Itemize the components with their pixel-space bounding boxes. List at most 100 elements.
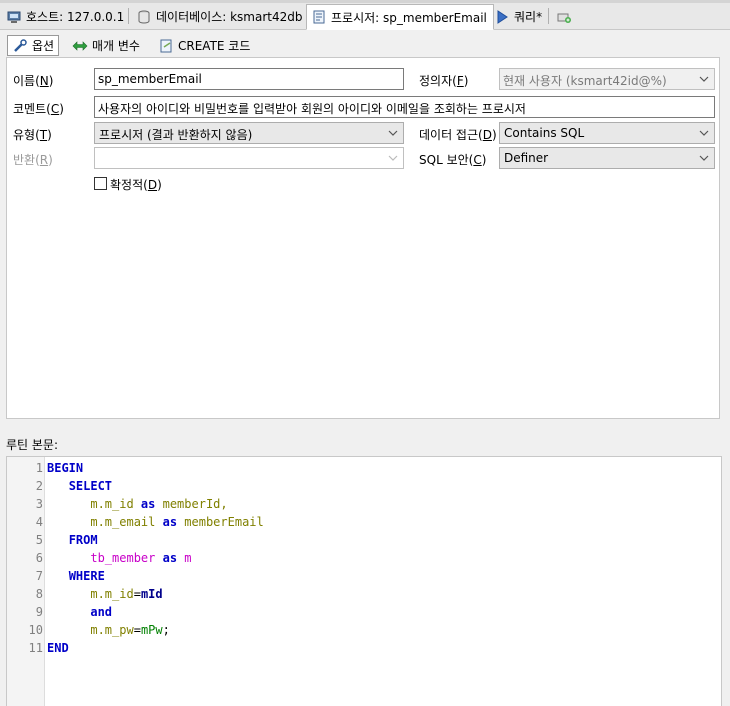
tab-parameters-label: 매개 변수	[92, 39, 140, 53]
code-token: m	[177, 551, 192, 565]
chevron-down-icon	[699, 155, 709, 161]
code-line: m.m_pw=mPw;	[47, 621, 170, 639]
new-tab-icon	[556, 9, 572, 25]
code-token: m.m_email	[47, 515, 163, 529]
definer-select[interactable]: 현재 사용자 (ksmart42id@%)	[499, 68, 715, 90]
tab-separator	[548, 8, 549, 24]
code-line: and	[47, 603, 112, 621]
tab-procedure[interactable]: 프로시저: sp_memberEmail	[306, 4, 494, 30]
code-line: BEGIN	[47, 459, 83, 477]
line-number: 2	[35, 479, 43, 493]
code-token: m.m_id	[47, 497, 141, 511]
code-token: as	[162, 551, 178, 565]
type-label: 유형(T)	[13, 128, 52, 142]
tab-query-label: 쿼리*	[514, 10, 543, 24]
chevron-down-icon	[388, 130, 398, 136]
options-panel: 이름(N) sp_memberEmail 정의자(F) 현재 사용자 (ksma…	[6, 57, 720, 419]
code-token: =	[133, 623, 141, 637]
code-line: tb_member as m	[47, 549, 192, 567]
name-label: 이름(N)	[13, 74, 54, 88]
database-icon	[136, 9, 152, 25]
arrows-icon	[72, 39, 88, 53]
type-select[interactable]: 프로시저 (결과 반환하지 않음)	[94, 122, 404, 144]
returns-label: 반환(R)	[13, 153, 53, 167]
name-input[interactable]: sp_memberEmail	[94, 68, 404, 90]
deterministic-label: 확정적(D)	[110, 178, 162, 192]
line-number-gutter: 1 2 3 4 5 6 7 8 9 10 11	[7, 457, 45, 706]
code-token: mPw	[140, 623, 163, 637]
tab-database[interactable]: 데이터베이스: ksmart42db	[132, 4, 309, 29]
code-line: SELECT	[47, 477, 112, 495]
line-number: 9	[35, 605, 43, 619]
tab-procedure-label: 프로시저: sp_memberEmail	[331, 10, 487, 25]
tab-create-code[interactable]: CREATE 코드	[154, 35, 254, 56]
query-play-icon	[494, 9, 510, 25]
code-token: =	[133, 587, 141, 601]
sub-tab-bar: 옵션 매개 변수 CREATE 코드	[0, 33, 730, 57]
line-number: 1	[35, 461, 43, 475]
tab-database-label: 데이터베이스: ksmart42db	[156, 10, 303, 24]
chevron-down-icon	[699, 76, 709, 82]
comment-input[interactable]: 사용자의 아이디와 비밀번호를 입력받아 회원의 아이디와 이메일을 조회하는 …	[94, 96, 715, 118]
line-number: 3	[35, 497, 43, 511]
tab-new[interactable]	[552, 4, 582, 29]
tab-host-label: 호스트: 127.0.0.1	[26, 10, 125, 24]
code-editor[interactable]: 1 2 3 4 5 6 7 8 9 10 11 BEGIN SELECT m.m_id as mem…	[6, 456, 722, 706]
tab-separator	[128, 8, 129, 24]
code-token: BEGIN	[47, 461, 84, 475]
routine-body-label: 루틴 본문:	[6, 438, 59, 452]
code-token: m.m_id	[47, 587, 134, 601]
sql-security-select[interactable]: Definer	[499, 147, 715, 169]
data-access-label: 데이터 접근(D)	[419, 128, 497, 142]
host-icon	[6, 9, 22, 25]
code-token: as	[162, 515, 178, 529]
data-access-value: Contains SQL	[504, 126, 585, 140]
type-value: 프로시저 (결과 반환하지 않음)	[99, 128, 253, 142]
code-token: and	[90, 605, 113, 619]
sql-security-value: Definer	[504, 151, 549, 165]
line-number: 4	[35, 515, 43, 529]
code-token: WHERE	[68, 569, 105, 583]
returns-select[interactable]	[94, 147, 404, 169]
definer-label: 정의자(F)	[419, 74, 469, 88]
line-number: 10	[28, 623, 43, 637]
code-token: END	[47, 641, 69, 655]
tab-options-label: 옵션	[32, 39, 55, 53]
code-token: ;	[162, 623, 170, 637]
code-line: END	[47, 639, 69, 657]
code-token: memberId,	[155, 497, 228, 511]
code-icon	[158, 39, 174, 53]
deterministic-checkbox[interactable]	[94, 177, 107, 190]
definer-value: 현재 사용자 (ksmart42id@%)	[503, 74, 667, 88]
tab-query[interactable]: 쿼리*	[490, 4, 548, 29]
code-token: m.m_pw	[47, 623, 134, 637]
procedure-icon	[311, 9, 327, 25]
code-line: m.m_email as memberEmail	[47, 513, 264, 531]
tab-options[interactable]: 옵션	[7, 35, 60, 56]
line-number: 8	[35, 587, 43, 601]
line-number: 7	[35, 569, 43, 583]
code-token: tb_member	[47, 551, 163, 565]
code-token: FROM	[68, 533, 98, 547]
top-tab-bar: 호스트: 127.0.0.1 데이터베이스: ksmart42db 프로시저: …	[0, 0, 730, 30]
code-token: as	[140, 497, 156, 511]
comment-label: 코멘트(C)	[13, 102, 64, 116]
line-number: 6	[35, 551, 43, 565]
line-number: 11	[28, 641, 43, 655]
code-line: m.m_id=mId	[47, 585, 163, 603]
tab-host[interactable]: 호스트: 127.0.0.1	[2, 4, 130, 29]
code-token: memberEmail	[177, 515, 264, 529]
tab-parameters[interactable]: 매개 변수	[68, 35, 144, 56]
code-token: SELECT	[68, 479, 113, 493]
chevron-down-icon	[388, 155, 398, 161]
top-strip	[0, 0, 730, 3]
code-line: WHERE	[47, 567, 105, 585]
data-access-select[interactable]: Contains SQL	[499, 122, 715, 144]
code-token: mId	[140, 587, 163, 601]
sql-security-label: SQL 보안(C)	[419, 153, 487, 167]
code-line: FROM	[47, 531, 98, 549]
